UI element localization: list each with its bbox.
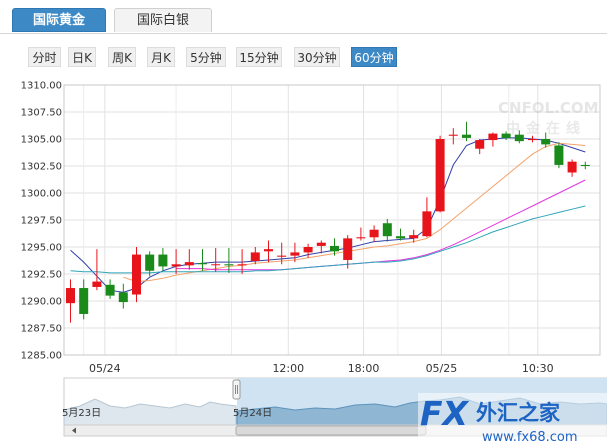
candle-body xyxy=(528,139,537,141)
candle xyxy=(422,197,432,238)
candle xyxy=(462,121,471,142)
candle-body xyxy=(66,288,75,304)
y-tick-label: 1297.50 xyxy=(21,216,62,227)
candle xyxy=(580,161,590,170)
candle-body xyxy=(435,139,445,212)
x-tick-label: 10:30 xyxy=(522,362,554,375)
candle xyxy=(79,279,89,320)
candle xyxy=(567,159,577,177)
candle-body xyxy=(224,264,234,266)
candle xyxy=(92,249,102,291)
y-tick-label: 1307.50 xyxy=(21,108,62,119)
y-tick-label: 1302.50 xyxy=(21,162,62,173)
candle xyxy=(448,128,458,145)
candle-body xyxy=(382,223,392,237)
candle-body xyxy=(541,139,551,145)
x-tick-label: 12:00 xyxy=(272,362,304,375)
candle xyxy=(475,139,485,155)
candle-body xyxy=(501,133,511,138)
candle xyxy=(158,248,168,271)
candle xyxy=(224,248,234,273)
navigator-label-may23: 5月23日 xyxy=(62,407,101,419)
navigator-label-may24: 5月24日 xyxy=(233,407,272,419)
y-tick-label: 1285.00 xyxy=(21,351,62,362)
candle-body xyxy=(158,254,168,267)
candle-body xyxy=(290,252,300,256)
candle xyxy=(105,279,115,299)
candle-body xyxy=(79,288,89,314)
candle xyxy=(66,279,75,323)
candle-body xyxy=(356,237,366,239)
watermark-cnfol-text: CNFOL.COM xyxy=(498,99,599,117)
candle-body xyxy=(343,238,353,260)
navigator-left-handle[interactable] xyxy=(232,379,241,400)
y-tick-label: 1305.00 xyxy=(21,135,62,146)
candle xyxy=(118,283,128,309)
candle-body xyxy=(462,134,471,138)
chart-canvas: 1310.00 1307.50 1305.00 1302.50 1300.00 1297.… xyxy=(21,81,607,447)
candle-body xyxy=(580,164,590,166)
candle-body xyxy=(567,161,577,173)
watermark-fx68-cn: 外汇之家 xyxy=(476,401,561,425)
watermark-fx68: FX 外汇之家 www.fx68.com xyxy=(418,393,607,447)
candle-body xyxy=(330,245,339,252)
candle-body xyxy=(250,252,260,262)
candle-body xyxy=(316,242,326,246)
candle-body xyxy=(488,133,498,141)
x-tick-label: 18:00 xyxy=(348,362,380,375)
y-tick-label: 1295.00 xyxy=(21,243,62,254)
candle xyxy=(198,249,207,271)
candle-body xyxy=(198,263,207,265)
watermark-cnfol: CNFOL.COM 中金在线 xyxy=(498,99,599,137)
candle xyxy=(488,132,498,147)
y-tick-label: 1287.50 xyxy=(21,324,62,335)
candle xyxy=(435,135,445,213)
candlesticks xyxy=(66,121,590,323)
y-axis-labels: 1310.00 1307.50 1305.00 1302.50 1300.00 1297.… xyxy=(21,81,62,362)
candle xyxy=(264,240,273,263)
candle xyxy=(171,249,181,274)
candle-body xyxy=(422,211,432,237)
candle-body xyxy=(171,264,181,267)
x-tick-label: 05/24 xyxy=(89,362,121,375)
ma10-line xyxy=(123,142,586,283)
candle-body xyxy=(132,254,141,295)
candle-body xyxy=(554,145,564,165)
candle-body xyxy=(448,134,458,136)
candle-body xyxy=(264,249,273,252)
y-tick-label: 1310.00 xyxy=(21,81,62,92)
candle-body xyxy=(145,254,155,271)
candle-body xyxy=(92,281,102,287)
candle-body xyxy=(211,264,221,266)
candle-body xyxy=(303,247,313,253)
candle xyxy=(382,218,392,242)
candle-body xyxy=(409,235,419,239)
candle xyxy=(132,247,141,303)
candle xyxy=(356,227,366,241)
y-tick-label: 1300.00 xyxy=(21,189,62,200)
navigator-scrollbar-thumb[interactable] xyxy=(235,425,427,436)
x-axis-labels: 05/24 12:00 18:00 05/25 10:30 xyxy=(89,362,554,375)
y-tick-label: 1290.00 xyxy=(21,297,62,308)
candle-body xyxy=(277,255,287,257)
candle xyxy=(554,142,564,169)
candle-body xyxy=(237,264,247,266)
candle-body xyxy=(118,292,128,303)
candle-body xyxy=(475,140,485,149)
candle-body xyxy=(396,236,405,239)
watermark-fx68-mark: FX xyxy=(420,394,470,433)
candle-body xyxy=(514,134,524,142)
candle xyxy=(369,225,379,242)
candle xyxy=(184,249,194,270)
watermark-fx68-url: www.fx68.com xyxy=(482,430,578,445)
candle-body xyxy=(369,229,379,238)
y-tick-label: 1292.50 xyxy=(21,270,62,281)
x-tick-label: 05/25 xyxy=(426,362,458,375)
candle-body xyxy=(105,284,115,296)
candle-body xyxy=(184,262,194,266)
